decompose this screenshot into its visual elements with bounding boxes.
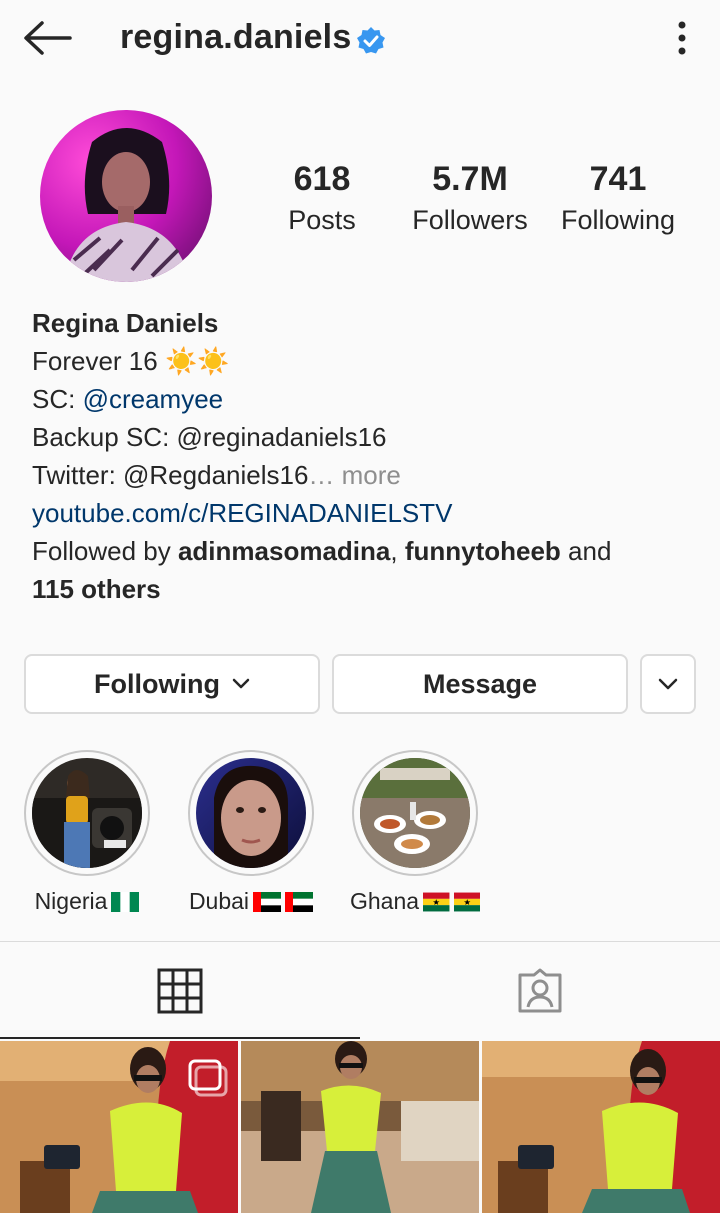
uae-flag-icon: [253, 891, 282, 912]
following-button-label: Following: [94, 668, 220, 699]
mutual-follower-1[interactable]: adinmasomadina: [178, 536, 390, 566]
top-bar: regina.daniels: [0, 0, 720, 80]
highlight-ring: [24, 750, 150, 876]
uae-flag-icon: [285, 891, 314, 912]
bio-tagline: Forever 16: [32, 346, 165, 376]
profile-avatar[interactable]: [40, 110, 212, 282]
profile-tabs: [0, 941, 720, 1039]
posts-count: 618: [293, 160, 351, 198]
highlight-ghana[interactable]: Ghana: [350, 750, 480, 915]
highlight-ring: [352, 750, 478, 876]
highlight-cover: [32, 758, 142, 868]
posts-grid: [0, 1041, 720, 1213]
message-button[interactable]: Message: [332, 654, 628, 714]
following-label: Following: [560, 205, 676, 235]
post-thumbnail[interactable]: [482, 1041, 720, 1213]
followers-stat[interactable]: 5.7M Followers: [400, 158, 540, 240]
ghana-flag-icon: [423, 892, 450, 911]
post-thumbnail[interactable]: [241, 1041, 479, 1213]
highlight-cover: [360, 758, 470, 868]
nigeria-flag-icon: [111, 891, 140, 912]
bio-line-backup: Backup SC: @reginadaniels16: [32, 422, 387, 452]
followed-by-line[interactable]: Followed by adinmasomadina, funnytoheeb …: [32, 532, 702, 570]
tab-tagged[interactable]: [360, 942, 720, 1040]
highlight-label: Nigeria: [22, 888, 152, 915]
highlight-cover: [196, 758, 306, 868]
followers-count: 5.7M: [432, 160, 508, 198]
posts-label: Posts: [288, 205, 356, 235]
more-vertical-icon[interactable]: [668, 18, 696, 58]
profile-username: regina.daniels: [120, 18, 352, 56]
profile-screen: regina.daniels 618 Posts 5.7M Followers …: [0, 0, 720, 1213]
tagged-person-icon: [518, 968, 562, 1013]
profile-bio: Regina Daniels Forever 16 ☀️☀️ SC: @crea…: [32, 304, 702, 608]
sc-mention-link[interactable]: @creamyee: [83, 384, 224, 414]
twitter-text: Twitter: @Regdaniels16: [32, 460, 309, 490]
website-link[interactable]: youtube.com/c/REGINADANIELSTV: [32, 494, 702, 532]
profile-full-name: Regina Daniels: [32, 308, 219, 338]
message-button-label: Message: [422, 668, 538, 699]
sun-emoji: ☀️☀️: [164, 346, 230, 376]
bio-more-link[interactable]: … more: [308, 460, 400, 490]
arrow-left-icon[interactable]: [20, 18, 74, 58]
post-thumbnail[interactable]: [0, 1041, 238, 1213]
tab-posts-grid[interactable]: [0, 942, 360, 1040]
following-button[interactable]: Following: [24, 654, 320, 714]
followed-by-prefix: Followed by: [32, 536, 178, 566]
grid-icon: [157, 968, 203, 1014]
followers-label: Followers: [412, 205, 528, 235]
mutual-follower-2[interactable]: funnytoheeb: [405, 536, 561, 566]
highlight-ring: [188, 750, 314, 876]
followed-by-and: and: [560, 536, 612, 566]
highlight-label-text: Dubai: [188, 888, 250, 914]
ghana-flag-icon: [453, 892, 480, 911]
bio-line-tagline: Forever 16 ☀️☀️: [32, 342, 702, 380]
following-stat[interactable]: 741 Following: [552, 158, 684, 240]
highlight-label-text: Nigeria: [34, 888, 108, 914]
highlight-label: Ghana: [350, 888, 480, 915]
active-tab-indicator: [0, 1037, 360, 1039]
chevron-down-icon: [232, 678, 250, 689]
verified-badge-icon: [357, 27, 385, 54]
highlight-dubai[interactable]: Dubai: [186, 750, 316, 915]
suggested-accounts-button[interactable]: [640, 654, 696, 714]
avatar-image: [40, 110, 212, 282]
highlight-nigeria[interactable]: Nigeria: [22, 750, 152, 915]
follower-separator: ,: [390, 536, 405, 566]
following-count: 741: [589, 160, 647, 198]
chevron-down-icon: [658, 678, 678, 690]
sc-prefix: SC:: [32, 384, 83, 414]
highlight-label: Dubai: [186, 888, 316, 915]
highlight-label-text: Ghana: [350, 888, 420, 914]
posts-stat[interactable]: 618 Posts: [272, 158, 372, 240]
mutual-followers-others[interactable]: 115 others: [32, 570, 702, 608]
bio-line-sc: SC: @creamyee: [32, 380, 702, 418]
bio-line-twitter: Twitter: @Regdaniels16… more: [32, 456, 702, 494]
